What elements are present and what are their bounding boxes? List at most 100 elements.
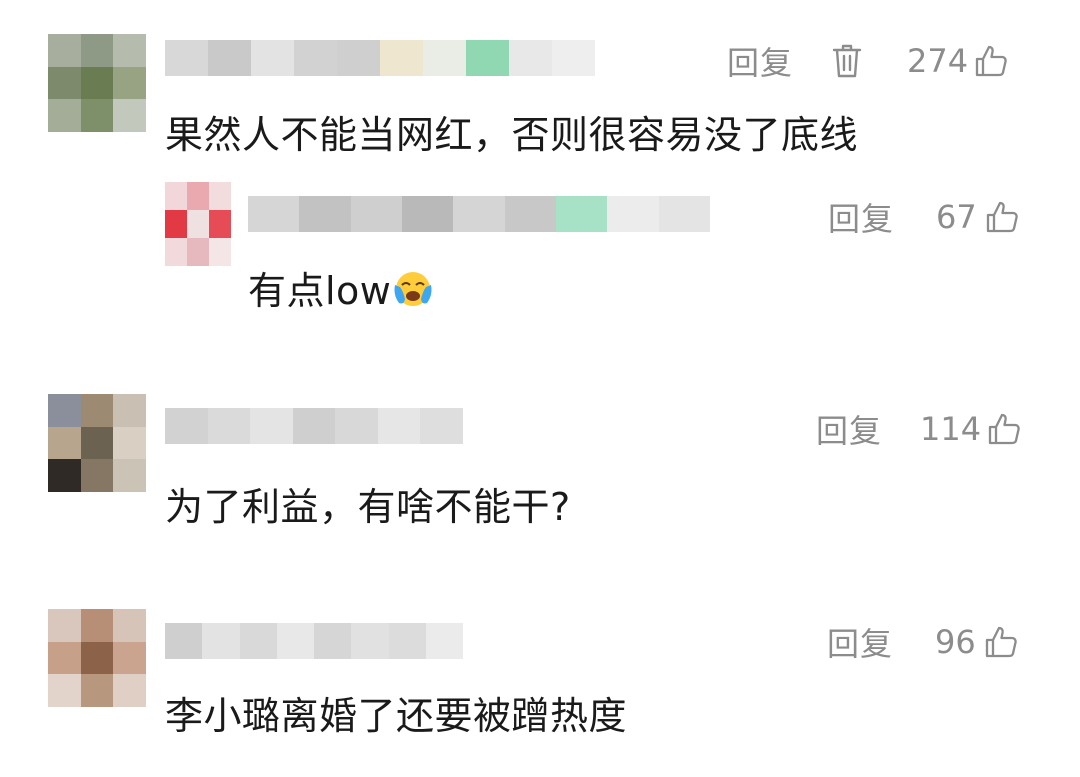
reply-actions: 回复 67 [828,192,1028,242]
username-pixel [509,40,552,76]
avatar-pixel [165,210,187,238]
reply-button[interactable]: 回复 [727,38,793,84]
username-blurred[interactable] [165,623,463,659]
username-pixel [292,408,336,444]
avatar-pixel [48,609,81,642]
avatar-pixel [80,426,114,460]
thumbs-up-icon[interactable] [984,625,1018,659]
username-pixel [299,196,351,232]
username-pixel [420,408,463,444]
username-pixel [425,623,463,659]
avatar-pixel [113,394,146,427]
username-pixel [251,40,294,76]
username-pixel [250,408,293,444]
username-pixel [388,623,426,659]
username-pixel [380,40,423,76]
avatar-pixel [187,182,209,210]
avatar-pixel [80,34,114,67]
username-pixel [552,40,595,76]
username-pixel [337,40,380,76]
reply-button[interactable]: 回复 [828,194,894,240]
comment-actions: 回复 96 [827,617,1027,667]
username-pixel [350,196,402,232]
avatar-pixel [48,459,81,492]
username-pixel [294,40,337,76]
username-pixel [607,196,659,232]
username-pixel [207,408,251,444]
username-blurred[interactable] [165,408,463,444]
avatar-pixel [187,210,209,238]
like-count: 67 [936,198,977,236]
comment-1: 回复 274 果然人不能当网红，否则很容易没了底线 [0,0,1080,160]
avatar[interactable] [48,394,146,492]
comment-text: 果然人不能当网红，否则很容易没了底线 [165,113,859,157]
username-pixel [165,40,208,76]
avatar-pixel [48,641,81,675]
username-pixel [276,623,314,659]
comment-text: 为了利益，有啥不能干? [165,485,571,529]
thumbs-up-icon[interactable] [987,412,1021,446]
avatar-pixel [48,66,81,100]
like-count: 114 [920,410,982,448]
username-pixel [202,623,240,659]
avatar-pixel [113,459,146,492]
avatar-pixel [48,426,81,460]
avatar-pixel [165,182,187,210]
avatar-pixel [48,34,81,67]
avatar[interactable] [165,182,231,266]
thumbs-up-icon[interactable] [985,200,1019,234]
username-pixel [453,196,505,232]
username-pixel [314,623,352,659]
username-pixel [165,408,208,444]
avatar-pixel [80,459,114,492]
avatar-pixel [187,238,209,266]
avatar-pixel [165,238,187,266]
like-count: 274 [907,42,969,80]
avatar-pixel [80,394,114,427]
reply-text-content: 有点low [248,269,392,313]
comment-text: 李小璐离婚了还要被蹭热度 [165,694,628,738]
avatar-pixel [48,674,81,707]
avatar[interactable] [48,34,146,132]
username-pixel [208,40,251,76]
username-blurred[interactable] [248,196,710,232]
username-pixel [165,623,203,659]
username-blurred[interactable] [165,40,595,76]
like-count: 96 [935,623,976,661]
avatar-pixel [80,609,114,642]
avatar-pixel [209,238,231,266]
avatar[interactable] [48,609,146,707]
avatar-pixel [113,609,146,642]
crying-emoji-icon [391,269,435,318]
username-pixel [466,40,509,76]
reply-button[interactable]: 回复 [816,406,882,452]
reply-1: 回复 67 有点low [0,170,1080,320]
comment-actions: 回复 274 [727,36,1027,86]
avatar-pixel [113,66,146,100]
avatar-pixel [113,641,146,675]
username-pixel [248,196,300,232]
avatar-pixel [48,394,81,427]
comment-3: 回复 96 李小璐离婚了还要被蹭热度 [0,595,1080,755]
avatar-pixel [209,210,231,238]
username-pixel [351,623,389,659]
avatar-pixel [113,426,146,460]
trash-icon[interactable] [831,43,863,79]
reply-button[interactable]: 回复 [827,619,893,665]
avatar-pixel [80,66,114,100]
username-pixel [377,408,421,444]
username-pixel [239,623,277,659]
avatar-pixel [80,674,114,707]
avatar-pixel [113,674,146,707]
avatar-pixel [209,182,231,210]
username-pixel [658,196,710,232]
thumbs-up-icon[interactable] [974,44,1008,78]
username-pixel [555,196,608,232]
comment-2: 回复 114 为了利益，有啥不能干? [0,380,1080,540]
username-pixel [335,408,378,444]
reply-text: 有点low [248,260,435,318]
avatar-pixel [113,99,146,132]
comment-actions: 回复 114 [816,404,1028,454]
avatar-pixel [80,99,114,132]
avatar-pixel [48,99,81,132]
